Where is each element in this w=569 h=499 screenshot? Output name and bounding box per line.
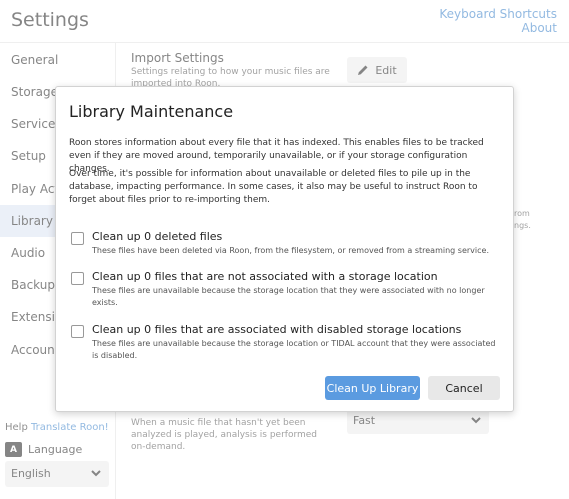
option-title: Clean up 0 deleted files [92, 230, 223, 243]
option-title: Clean up 0 files that are associated wit… [92, 323, 462, 336]
cleanup-disabled-storage-checkbox[interactable] [71, 325, 84, 338]
cleanup-no-storage-checkbox[interactable] [71, 272, 84, 285]
option-description: These files are unavailable because the … [92, 286, 485, 307]
option-title: Clean up 0 files that are not associated… [92, 270, 438, 283]
option-description: These files have been deleted via Roon, … [92, 246, 489, 255]
dialog-paragraph: Over time, it's possible for information… [69, 169, 478, 205]
cancel-button[interactable]: Cancel [428, 376, 500, 400]
dialog-title: Library Maintenance [69, 102, 234, 121]
cleanup-deleted-checkbox[interactable] [71, 232, 84, 245]
library-maintenance-dialog: Library Maintenance Roon stores informat… [55, 86, 514, 412]
clean-up-library-button[interactable]: Clean Up Library [325, 376, 420, 400]
option-description: These files are unavailable because the … [92, 339, 496, 360]
